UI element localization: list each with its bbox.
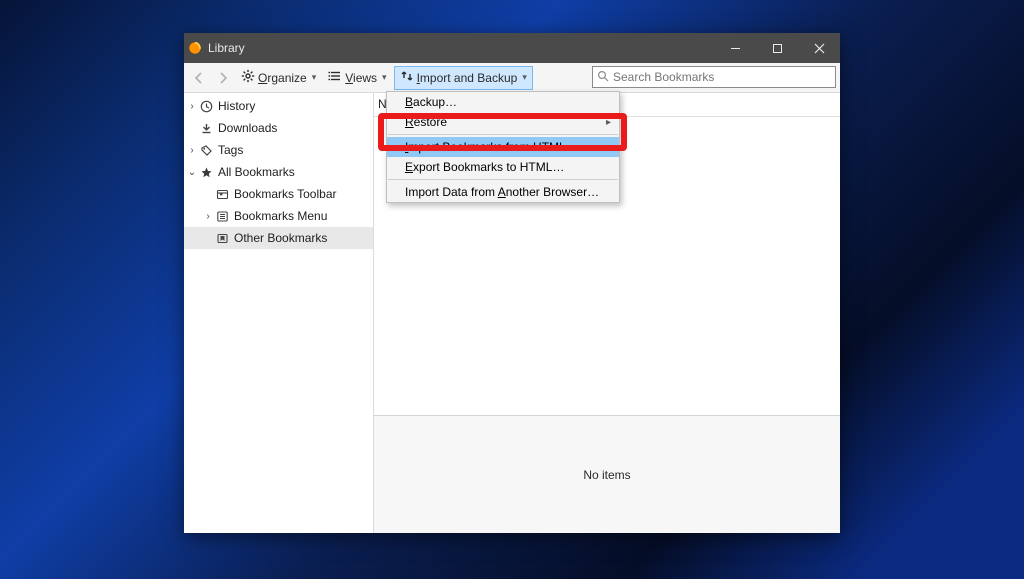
chevron-down-icon: ▾ bbox=[312, 72, 317, 83]
sidebar-item-label: Bookmarks Menu bbox=[230, 209, 327, 223]
menu-item-label: Export Bookmarks to HTML… bbox=[405, 160, 564, 174]
search-box[interactable] bbox=[592, 66, 836, 88]
download-icon bbox=[198, 120, 214, 136]
menu-item-label: Import Data from Another Browser… bbox=[405, 185, 599, 199]
sidebar-item-label: Tags bbox=[214, 143, 243, 157]
menu-separator bbox=[388, 179, 618, 180]
import-backup-menu-button[interactable]: Import and Backup ▾ bbox=[394, 66, 533, 90]
star-icon bbox=[198, 164, 214, 180]
sidebar-item-history[interactable]: › History bbox=[184, 95, 373, 117]
import-backup-label: Import and Backup bbox=[417, 71, 518, 85]
sidebar-item-label: All Bookmarks bbox=[214, 165, 295, 179]
import-backup-dropdown: Backup… Restore Import Bookmarks from HT… bbox=[386, 91, 620, 203]
sidebar-item-label: Bookmarks Toolbar bbox=[230, 187, 337, 201]
close-button[interactable] bbox=[798, 33, 840, 63]
sidebar-item-tags[interactable]: › Tags bbox=[184, 139, 373, 161]
chevron-down-icon: ▾ bbox=[382, 72, 387, 83]
sidebar-item-label: Downloads bbox=[214, 121, 277, 135]
menu-item-label: Backup… bbox=[405, 95, 457, 109]
expand-caret-icon[interactable]: › bbox=[186, 101, 198, 112]
sidebar-item-other-bookmarks[interactable]: Other Bookmarks bbox=[184, 227, 373, 249]
clock-icon bbox=[198, 98, 214, 114]
menu-item-import-html[interactable]: Import Bookmarks from HTML… bbox=[387, 137, 619, 157]
tag-icon bbox=[198, 142, 214, 158]
sidebar-item-all-bookmarks[interactable]: ⌄ All Bookmarks bbox=[184, 161, 373, 183]
titlebar[interactable]: Library bbox=[184, 33, 840, 63]
minimize-button[interactable] bbox=[714, 33, 756, 63]
sidebar-item-label: Other Bookmarks bbox=[230, 231, 327, 245]
bookmarks-menu-icon bbox=[214, 208, 230, 224]
expand-caret-icon[interactable]: › bbox=[202, 211, 214, 222]
empty-message: No items bbox=[583, 468, 630, 482]
menu-item-import-other-browser[interactable]: Import Data from Another Browser… bbox=[387, 182, 619, 202]
collapse-caret-icon[interactable]: ⌄ bbox=[186, 167, 198, 178]
search-input[interactable] bbox=[613, 70, 831, 84]
other-bookmarks-icon bbox=[214, 230, 230, 246]
menu-item-restore[interactable]: Restore bbox=[387, 112, 619, 132]
gear-icon bbox=[241, 69, 255, 86]
organize-menu-button[interactable]: Organize ▾ bbox=[236, 66, 321, 90]
maximize-button[interactable] bbox=[756, 33, 798, 63]
menu-item-label: Restore bbox=[405, 115, 447, 129]
library-window: Library Organize ▾ Views bbox=[184, 33, 840, 533]
firefox-icon bbox=[184, 41, 206, 55]
back-button[interactable] bbox=[188, 67, 210, 89]
expand-caret-icon[interactable]: › bbox=[186, 145, 198, 156]
bookmarks-toolbar-icon bbox=[214, 186, 230, 202]
sidebar: › History Downloads › Tags ⌄ bbox=[184, 93, 374, 533]
sidebar-item-bookmarks-toolbar[interactable]: Bookmarks Toolbar bbox=[184, 183, 373, 205]
window-title: Library bbox=[206, 41, 245, 55]
views-menu-button[interactable]: Views ▾ bbox=[323, 66, 391, 90]
chevron-down-icon: ▾ bbox=[522, 72, 527, 83]
sidebar-item-bookmarks-menu[interactable]: › Bookmarks Menu bbox=[184, 205, 373, 227]
search-icon bbox=[597, 70, 609, 85]
forward-button[interactable] bbox=[212, 67, 234, 89]
sidebar-item-downloads[interactable]: Downloads bbox=[184, 117, 373, 139]
organize-label: Organize bbox=[258, 71, 307, 85]
menu-item-export-html[interactable]: Export Bookmarks to HTML… bbox=[387, 157, 619, 177]
menu-separator bbox=[388, 134, 618, 135]
views-label: Views bbox=[345, 71, 377, 85]
menu-item-label: Import Bookmarks from HTML… bbox=[405, 140, 578, 154]
import-export-icon bbox=[400, 69, 414, 86]
sidebar-item-label: History bbox=[214, 99, 255, 113]
toolbar: Organize ▾ Views ▾ Import and Backup ▾ bbox=[184, 63, 840, 93]
details-pane: No items bbox=[374, 415, 840, 533]
menu-item-backup[interactable]: Backup… bbox=[387, 92, 619, 112]
list-icon bbox=[328, 69, 342, 86]
